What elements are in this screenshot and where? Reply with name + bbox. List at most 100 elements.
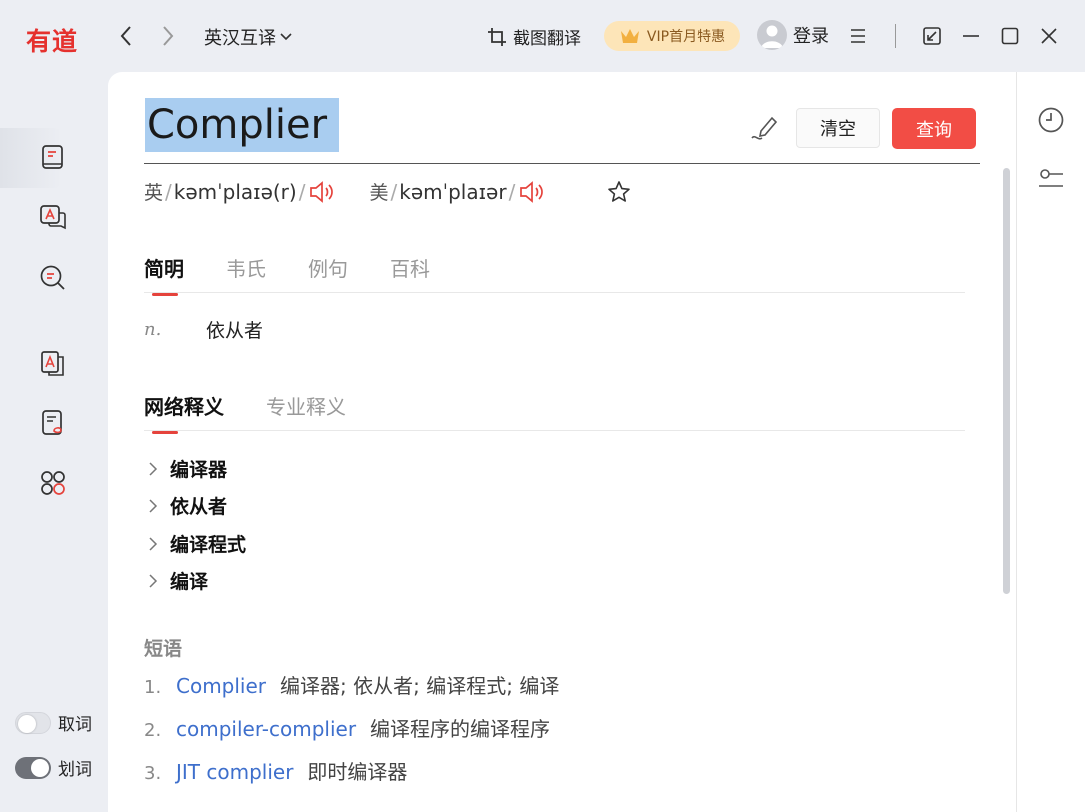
phrase-translation: 即时编译器 [307,760,408,784]
apps-grid-icon [41,471,65,495]
forward-button[interactable] [155,22,181,50]
web-def-text: 编译 [170,571,209,593]
avatar [757,20,787,50]
dict-tabs: 简明 韦氏 例句 百科 [144,253,472,296]
tab-concise[interactable]: 简明 [144,253,184,296]
chevron-right-icon [149,461,158,476]
vip-crown-icon [620,29,639,43]
chevron-right-icon [149,573,158,588]
search-chat-icon [40,265,65,290]
slider-settings-icon [1039,169,1063,187]
menu-icon [851,29,865,43]
user-icon [761,25,783,48]
phrase-link[interactable]: JIT complier [176,760,293,784]
favorite-button[interactable] [607,180,631,204]
chevron-left-icon [120,26,131,46]
close-icon [1041,28,1057,44]
title-bar: 有道 英汉互译 截图翻译 VIP首月特惠 登录 [0,0,1085,72]
us-phonetic: kəmˈplaɪər [399,179,507,204]
phrase-item: 1. Complier 编译器; 依从者; 编译程式; 编译 [144,670,559,699]
tab-webster[interactable]: 韦氏 [226,253,266,282]
maximize-button[interactable] [998,24,1022,48]
uk-speaker-button[interactable] [309,180,335,204]
word-select-toggle[interactable]: 划词 [15,755,92,780]
web-def-tabs: 网络释义 专业释义 [144,391,388,434]
phrase-number: 1. [144,677,162,698]
sidebar-item-apps[interactable] [0,453,108,513]
web-def-item[interactable]: 编译器 [148,455,227,482]
lang-mode-label: 英汉互译 [204,28,276,49]
minimize-icon [963,35,979,37]
basic-definition: 依从者 [206,320,264,342]
tab-encyclopedia[interactable]: 百科 [390,253,430,282]
sidebar-item-ai-search[interactable] [0,248,108,308]
handwriting-button[interactable] [749,112,783,146]
part-of-speech: n. [144,319,162,340]
lang-mode-select[interactable]: 英汉互译 [204,24,292,50]
notebook-icon [42,410,62,435]
vip-promo-button[interactable]: VIP首月特惠 [604,21,740,51]
login-button[interactable]: 登录 [757,20,829,50]
back-button[interactable] [113,22,139,50]
login-label: 登录 [793,26,829,47]
mini-mode-button[interactable] [920,24,944,48]
phrase-link[interactable]: Complier [176,674,266,698]
chevron-right-icon [149,498,158,513]
web-def-item[interactable]: 编译 [148,567,208,594]
screenshot-translate-button[interactable]: 截图翻译 [487,24,581,49]
search-button[interactable]: 查询 [892,108,976,149]
us-label: 美 [369,182,389,204]
chevron-right-icon [149,536,158,551]
tabs-divider [144,292,965,293]
crop-icon [488,27,506,46]
sidebar-item-doc-translate[interactable] [0,333,108,393]
clock-icon [1038,107,1064,133]
result-panel: Complier 清空 查询 英 / kəmˈplaɪə(r) / 美 / kə… [108,72,1016,812]
web-def-item[interactable]: 依从者 [148,492,227,519]
pen-icon [751,116,778,140]
word-capture-label: 取词 [58,715,92,735]
speaker-icon [520,180,544,203]
tab-examples[interactable]: 例句 [308,253,348,282]
uk-phonetic: kəmˈplaɪə(r) [173,179,297,204]
dictionary-icon [42,145,63,169]
web-def-text: 依从者 [170,496,228,518]
doc-translate-icon [41,351,64,376]
chevron-down-icon [280,33,292,41]
phrase-translation: 编译程序的编译程序 [370,717,551,741]
close-button[interactable] [1037,24,1061,48]
speaker-icon [310,180,334,203]
translate-icon [40,205,66,230]
tab-professional-definitions[interactable]: 专业释义 [266,391,346,420]
web-def-text: 编译器 [170,459,228,481]
word-select-switch[interactable] [15,756,51,779]
sidebar-item-notebook[interactable] [0,393,108,453]
phrase-link[interactable]: compiler-complier [176,717,356,741]
phrases-heading: 短语 [144,638,183,660]
web-def-item[interactable]: 编译程式 [148,530,246,557]
resize-icon [923,27,941,45]
scrollbar-thumb[interactable] [1003,168,1010,594]
screenshot-translate-label: 截图翻译 [513,29,581,49]
word-capture-toggle[interactable]: 取词 [15,710,92,735]
query-underline [144,163,980,164]
phrase-item: 2. compiler-complier 编译程序的编译程序 [144,713,550,742]
clear-button[interactable]: 清空 [796,108,880,148]
chevron-right-icon [163,26,174,46]
uk-label: 英 [144,182,164,204]
star-icon [608,180,631,202]
word-capture-switch[interactable] [15,711,51,734]
menu-button[interactable] [846,24,870,48]
sidebar-item-dictionary[interactable] [0,128,108,188]
query-input[interactable]: Complier [145,98,340,152]
history-button[interactable] [1035,104,1067,136]
minimize-button[interactable] [959,24,983,48]
tab-web-definitions[interactable]: 网络释义 [144,391,224,434]
phrase-item: 3. JIT complier 即时编译器 [144,756,407,785]
sidebar-item-translate[interactable] [0,188,108,248]
settings-button[interactable] [1035,163,1067,195]
us-speaker-button[interactable] [519,180,545,204]
phrase-translation: 编译器; 依从者; 编译程式; 编译 [280,674,560,698]
vip-promo-label: VIP首月特惠 [646,29,726,45]
word-select-label: 划词 [58,760,92,780]
